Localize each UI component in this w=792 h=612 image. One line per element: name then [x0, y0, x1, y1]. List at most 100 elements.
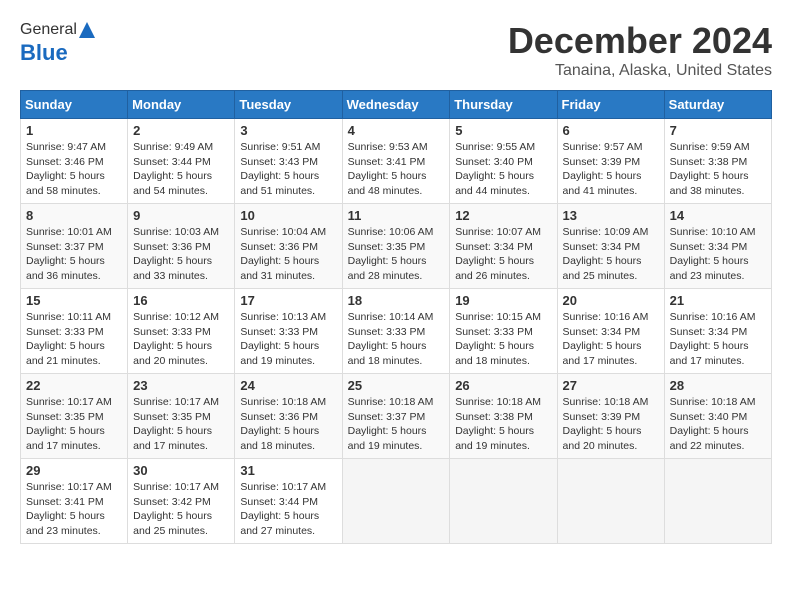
calendar-cell: 8 Sunrise: 10:01 AMSunset: 3:37 PMDayligh…: [21, 204, 128, 289]
calendar-cell: [450, 459, 557, 544]
calendar-cell: 2 Sunrise: 9:49 AMSunset: 3:44 PMDaylight…: [128, 119, 235, 204]
day-info: Sunrise: 10:03 AMSunset: 3:36 PMDaylight…: [133, 225, 229, 284]
day-info: Sunrise: 10:06 AMSunset: 3:35 PMDaylight…: [348, 225, 445, 284]
calendar-cell: 29 Sunrise: 10:17 AMSunset: 3:41 PMDaylig…: [21, 459, 128, 544]
calendar-cell: [557, 459, 664, 544]
day-info: Sunrise: 10:07 AMSunset: 3:34 PMDaylight…: [455, 225, 551, 284]
calendar-week-row: 29 Sunrise: 10:17 AMSunset: 3:41 PMDaylig…: [21, 459, 772, 544]
calendar-cell: 24 Sunrise: 10:18 AMSunset: 3:36 PMDaylig…: [235, 374, 342, 459]
calendar-cell: 9 Sunrise: 10:03 AMSunset: 3:36 PMDayligh…: [128, 204, 235, 289]
calendar-cell: 13 Sunrise: 10:09 AMSunset: 3:34 PMDaylig…: [557, 204, 664, 289]
day-number: 9: [133, 208, 229, 223]
day-number: 3: [240, 123, 336, 138]
day-info: Sunrise: 9:59 AMSunset: 3:38 PMDaylight:…: [670, 140, 766, 199]
calendar-day-header: Friday: [557, 91, 664, 119]
day-number: 29: [26, 463, 122, 478]
day-number: 17: [240, 293, 336, 308]
day-info: Sunrise: 9:47 AMSunset: 3:46 PMDaylight:…: [26, 140, 122, 199]
calendar-day-header: Saturday: [664, 91, 771, 119]
day-info: Sunrise: 10:17 AMSunset: 3:35 PMDaylight…: [26, 395, 122, 454]
calendar-day-header: Thursday: [450, 91, 557, 119]
day-number: 16: [133, 293, 229, 308]
calendar-cell: 4 Sunrise: 9:53 AMSunset: 3:41 PMDaylight…: [342, 119, 450, 204]
calendar-cell: 30 Sunrise: 10:17 AMSunset: 3:42 PMDaylig…: [128, 459, 235, 544]
calendar-cell: 1 Sunrise: 9:47 AMSunset: 3:46 PMDaylight…: [21, 119, 128, 204]
day-info: Sunrise: 10:18 AMSunset: 3:40 PMDaylight…: [670, 395, 766, 454]
calendar-cell: 31 Sunrise: 10:17 AMSunset: 3:44 PMDaylig…: [235, 459, 342, 544]
calendar-cell: 25Sunrise: 10:18 AMSunset: 3:37 PMDaylig…: [342, 374, 450, 459]
calendar-cell: 3Sunrise: 9:51 AMSunset: 3:43 PMDaylight…: [235, 119, 342, 204]
day-info: Sunrise: 9:49 AMSunset: 3:44 PMDaylight:…: [133, 140, 229, 199]
calendar-cell: 17 Sunrise: 10:13 AMSunset: 3:33 PMDaylig…: [235, 289, 342, 374]
calendar-cell: [342, 459, 450, 544]
calendar-day-header: Tuesday: [235, 91, 342, 119]
location-title: Tanaina, Alaska, United States: [508, 62, 772, 80]
calendar-cell: 19 Sunrise: 10:15 AMSunset: 3:33 PMDaylig…: [450, 289, 557, 374]
day-number: 10: [240, 208, 336, 223]
calendar-body: 1 Sunrise: 9:47 AMSunset: 3:46 PMDaylight…: [21, 119, 772, 544]
calendar-cell: 26 Sunrise: 10:18 AMSunset: 3:38 PMDaylig…: [450, 374, 557, 459]
day-info: Sunrise: 10:01 AMSunset: 3:37 PMDaylight…: [26, 225, 122, 284]
calendar-cell: 15Sunrise: 10:11 AMSunset: 3:33 PMDaylig…: [21, 289, 128, 374]
calendar-cell: 14 Sunrise: 10:10 AMSunset: 3:34 PMDaylig…: [664, 204, 771, 289]
day-info: Sunrise: 10:16 AMSunset: 3:34 PMDaylight…: [563, 310, 659, 369]
day-info: Sunrise: 10:15 AMSunset: 3:33 PMDaylight…: [455, 310, 551, 369]
day-number: 14: [670, 208, 766, 223]
day-info: Sunrise: 10:12 AMSunset: 3:33 PMDaylight…: [133, 310, 229, 369]
calendar-cell: 10Sunrise: 10:04 AMSunset: 3:36 PMDaylig…: [235, 204, 342, 289]
calendar-cell: 7 Sunrise: 9:59 AMSunset: 3:38 PMDaylight…: [664, 119, 771, 204]
day-number: 23: [133, 378, 229, 393]
day-info: Sunrise: 10:18 AMSunset: 3:37 PMDaylight…: [348, 395, 445, 454]
calendar-cell: [664, 459, 771, 544]
day-info: Sunrise: 9:57 AMSunset: 3:39 PMDaylight:…: [563, 140, 659, 199]
logo-bird-icon: [77, 20, 97, 40]
logo-blue-text: Blue: [20, 40, 68, 66]
calendar-cell: 22Sunrise: 10:17 AMSunset: 3:35 PMDaylig…: [21, 374, 128, 459]
day-number: 30: [133, 463, 229, 478]
day-info: Sunrise: 9:55 AMSunset: 3:40 PMDaylight:…: [455, 140, 551, 199]
calendar-cell: 20Sunrise: 10:16 AMSunset: 3:34 PMDaylig…: [557, 289, 664, 374]
calendar-table: SundayMondayTuesdayWednesdayThursdayFrid…: [20, 90, 772, 544]
calendar-cell: 23 Sunrise: 10:17 AMSunset: 3:35 PMDaylig…: [128, 374, 235, 459]
day-info: Sunrise: 10:18 AMSunset: 3:38 PMDaylight…: [455, 395, 551, 454]
calendar-cell: 27 Sunrise: 10:18 AMSunset: 3:39 PMDaylig…: [557, 374, 664, 459]
logo: General Blue: [20, 20, 97, 66]
calendar-cell: 11 Sunrise: 10:06 AMSunset: 3:35 PMDaylig…: [342, 204, 450, 289]
day-number: 12: [455, 208, 551, 223]
day-number: 26: [455, 378, 551, 393]
calendar-day-header: Sunday: [21, 91, 128, 119]
day-number: 24: [240, 378, 336, 393]
day-number: 21: [670, 293, 766, 308]
day-number: 13: [563, 208, 659, 223]
calendar-cell: 12 Sunrise: 10:07 AMSunset: 3:34 PMDaylig…: [450, 204, 557, 289]
day-info: Sunrise: 10:11 AMSunset: 3:33 PMDaylight…: [26, 310, 122, 369]
calendar-day-header: Wednesday: [342, 91, 450, 119]
day-number: 27: [563, 378, 659, 393]
day-number: 31: [240, 463, 336, 478]
day-number: 8: [26, 208, 122, 223]
day-number: 11: [348, 208, 445, 223]
day-info: Sunrise: 10:09 AMSunset: 3:34 PMDaylight…: [563, 225, 659, 284]
day-number: 19: [455, 293, 551, 308]
day-number: 28: [670, 378, 766, 393]
day-info: Sunrise: 10:13 AMSunset: 3:33 PMDaylight…: [240, 310, 336, 369]
calendar-week-row: 15Sunrise: 10:11 AMSunset: 3:33 PMDaylig…: [21, 289, 772, 374]
day-number: 2: [133, 123, 229, 138]
day-info: Sunrise: 10:17 AMSunset: 3:35 PMDaylight…: [133, 395, 229, 454]
day-number: 7: [670, 123, 766, 138]
page-header: General Blue December 2024 Tanaina, Alas…: [20, 20, 772, 80]
day-info: Sunrise: 10:17 AMSunset: 3:44 PMDaylight…: [240, 480, 336, 539]
day-number: 18: [348, 293, 445, 308]
day-number: 6: [563, 123, 659, 138]
day-info: Sunrise: 10:18 AMSunset: 3:39 PMDaylight…: [563, 395, 659, 454]
day-info: Sunrise: 10:17 AMSunset: 3:41 PMDaylight…: [26, 480, 122, 539]
calendar-cell: 18Sunrise: 10:14 AMSunset: 3:33 PMDaylig…: [342, 289, 450, 374]
day-info: Sunrise: 10:17 AMSunset: 3:42 PMDaylight…: [133, 480, 229, 539]
day-info: Sunrise: 9:53 AMSunset: 3:41 PMDaylight:…: [348, 140, 445, 199]
calendar-cell: 6 Sunrise: 9:57 AMSunset: 3:39 PMDaylight…: [557, 119, 664, 204]
day-info: Sunrise: 10:18 AMSunset: 3:36 PMDaylight…: [240, 395, 336, 454]
day-info: Sunrise: 10:10 AMSunset: 3:34 PMDaylight…: [670, 225, 766, 284]
calendar-day-header: Monday: [128, 91, 235, 119]
day-number: 1: [26, 123, 122, 138]
day-number: 4: [348, 123, 445, 138]
